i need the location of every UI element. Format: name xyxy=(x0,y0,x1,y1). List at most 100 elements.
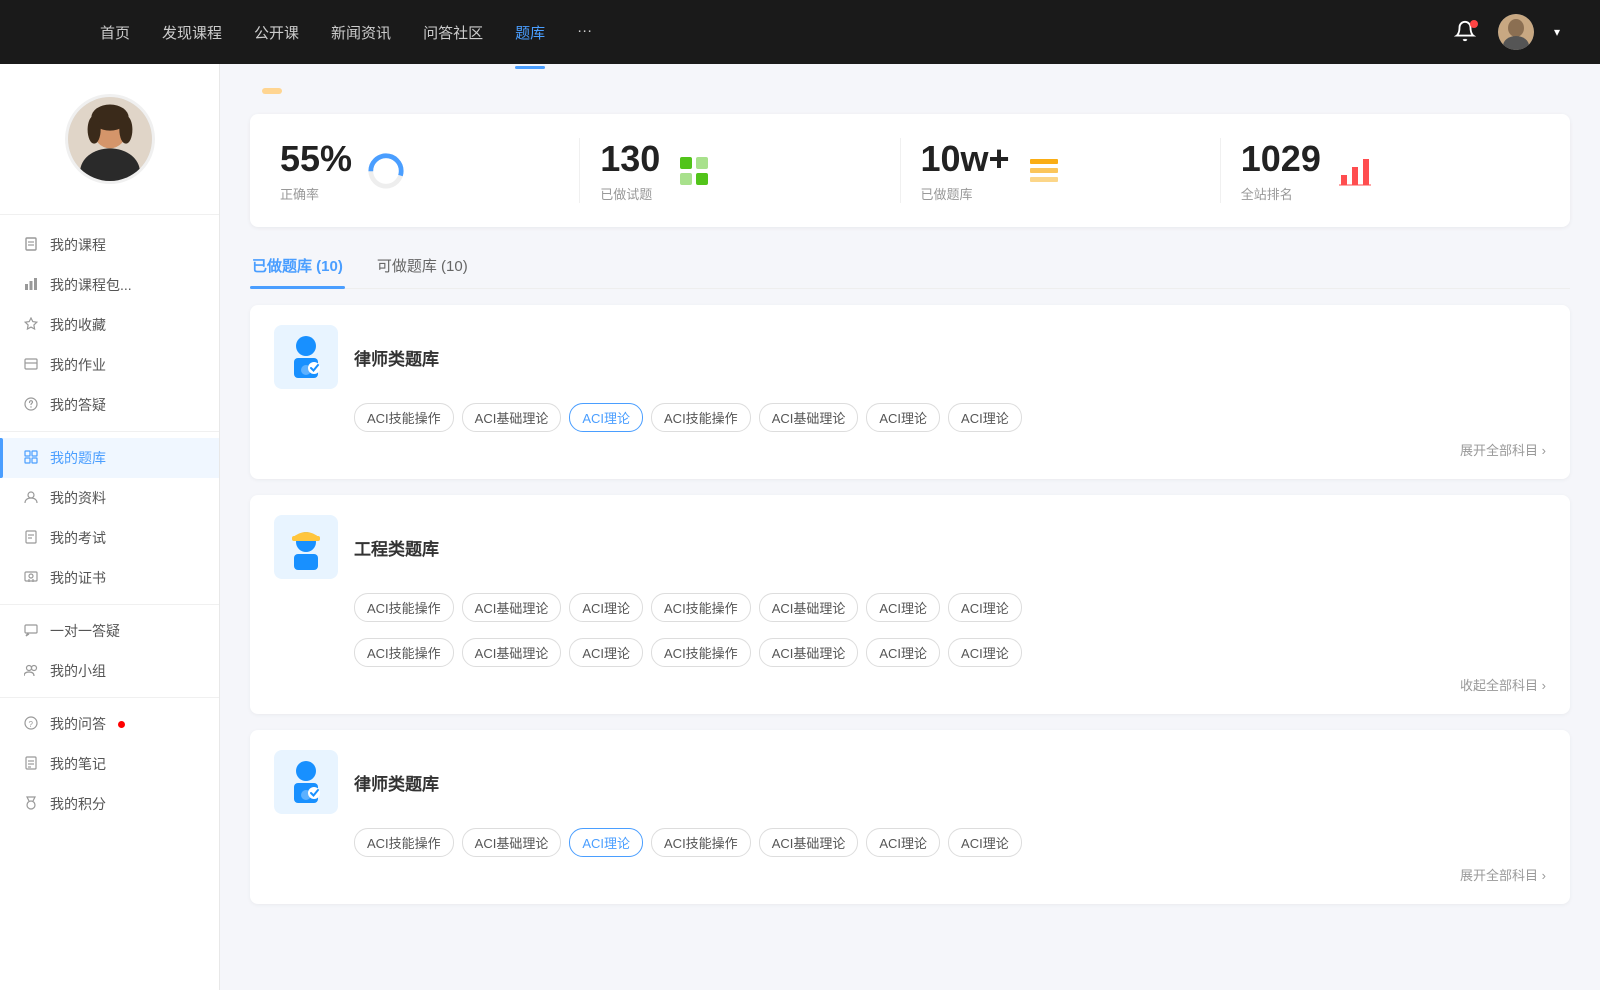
bank-tags-0: ACI技能操作ACI基础理论ACI理论ACI技能操作ACI基础理论ACI理论AC… xyxy=(354,403,1546,432)
tag2-1-6[interactable]: ACI理论 xyxy=(948,638,1022,667)
sidebar-item-11[interactable]: ? 我的问答 xyxy=(0,704,219,744)
qa-icon: ? xyxy=(24,716,40,732)
stat-label-1: 已做试题 xyxy=(600,184,660,203)
stat-icon-2 xyxy=(1024,151,1064,191)
tag-1-3[interactable]: ACI技能操作 xyxy=(651,593,751,622)
tag-1-4[interactable]: ACI基础理论 xyxy=(759,593,859,622)
tag-0-2[interactable]: ACI理论 xyxy=(569,403,643,432)
sidebar-item-9[interactable]: 一对一答疑 xyxy=(0,611,219,651)
bank-card-1: 工程类题库ACI技能操作ACI基础理论ACI理论ACI技能操作ACI基础理论AC… xyxy=(250,495,1570,714)
bank-card-0: 律师类题库ACI技能操作ACI基础理论ACI理论ACI技能操作ACI基础理论AC… xyxy=(250,305,1570,479)
sidebar-item-13[interactable]: 我的积分 xyxy=(0,784,219,824)
nav-item-2[interactable]: 公开课 xyxy=(254,18,299,47)
sidebar-item-4[interactable]: 我的答疑 xyxy=(0,385,219,425)
navbar-right: ▾ xyxy=(1434,14,1560,50)
notification-icon[interactable] xyxy=(1454,20,1478,44)
tag-0-1[interactable]: ACI基础理论 xyxy=(462,403,562,432)
sidebar-item-0[interactable]: 我的课程 xyxy=(0,225,219,265)
tag-1-5[interactable]: ACI理论 xyxy=(866,593,940,622)
nav-item-5[interactable]: 题库 xyxy=(515,18,545,47)
trial-badge xyxy=(262,88,282,94)
stat-icon-0 xyxy=(366,151,406,191)
sidebar-item-label-13: 我的积分 xyxy=(50,794,106,814)
tag-0-4[interactable]: ACI基础理论 xyxy=(759,403,859,432)
tag2-1-1[interactable]: ACI基础理论 xyxy=(462,638,562,667)
tag-2-5[interactable]: ACI理论 xyxy=(866,828,940,857)
nav-item-1[interactable]: 发现课程 xyxy=(162,18,222,47)
sidebar-item-label-8: 我的证书 xyxy=(50,568,106,588)
bank-cards-container: 律师类题库ACI技能操作ACI基础理论ACI理论ACI技能操作ACI基础理论AC… xyxy=(250,305,1570,904)
group-icon xyxy=(24,663,40,679)
tag-1-6[interactable]: ACI理论 xyxy=(948,593,1022,622)
sidebar-item-5[interactable]: 我的题库 xyxy=(0,438,219,478)
tag2-1-2[interactable]: ACI理论 xyxy=(569,638,643,667)
stat-label-2: 已做题库 xyxy=(921,184,1010,203)
grid-icon xyxy=(24,450,40,466)
sidebar-item-label-1: 我的课程包... xyxy=(50,275,132,295)
sidebar-item-10[interactable]: 我的小组 xyxy=(0,651,219,691)
tag-2-4[interactable]: ACI基础理论 xyxy=(759,828,859,857)
tag-1-1[interactable]: ACI基础理论 xyxy=(462,593,562,622)
nav-item-6[interactable]: ··· xyxy=(577,18,592,47)
tag-2-2[interactable]: ACI理论 xyxy=(569,828,643,857)
sidebar-item-label-11: 我的问答 xyxy=(50,714,106,734)
tag-2-6[interactable]: ACI理论 xyxy=(948,828,1022,857)
bank-title-1: 工程类题库 xyxy=(354,535,439,560)
navbar: 首页 发现课程 公开课 新闻资讯 问答社区 题库 ··· ▾ xyxy=(0,0,1600,64)
sidebar-item-label-10: 我的小组 xyxy=(50,661,106,681)
collapse-link-1[interactable]: 收起全部科目 › xyxy=(274,675,1546,694)
sidebar-item-2[interactable]: 我的收藏 xyxy=(0,305,219,345)
sidebar-item-label-4: 我的答疑 xyxy=(50,395,106,415)
tag-0-6[interactable]: ACI理论 xyxy=(948,403,1022,432)
stat-value-1: 130 xyxy=(600,138,660,180)
stat-label-3: 全站排名 xyxy=(1241,184,1321,203)
bank-title-2: 律师类题库 xyxy=(354,770,439,795)
tag-0-3[interactable]: ACI技能操作 xyxy=(651,403,751,432)
stat-label-0: 正确率 xyxy=(280,184,352,203)
nav-item-0[interactable]: 首页 xyxy=(100,18,130,47)
sidebar-item-7[interactable]: 我的考试 xyxy=(0,518,219,558)
file-icon xyxy=(24,237,40,253)
sidebar-item-label-9: 一对一答疑 xyxy=(50,621,120,641)
page-layout: 我的课程我的课程包... 我的收藏我的作业我的答疑我的题库我的资料我的考试我的证书… xyxy=(0,64,1600,990)
stats-card: 55% 正确率 130 已做试题 10w+ 已做题库 1029 全站排名 xyxy=(250,114,1570,227)
sidebar-item-1[interactable]: 我的课程包... xyxy=(0,265,219,305)
bank-title-0: 律师类题库 xyxy=(354,345,439,370)
tag2-1-3[interactable]: ACI技能操作 xyxy=(651,638,751,667)
tag2-1-5[interactable]: ACI理论 xyxy=(866,638,940,667)
sidebar-item-label-0: 我的课程 xyxy=(50,235,106,255)
profile-avatar[interactable] xyxy=(65,94,155,184)
tab-0[interactable]: 已做题库 (10) xyxy=(250,247,345,288)
stat-icon-3 xyxy=(1335,151,1375,191)
tag-2-3[interactable]: ACI技能操作 xyxy=(651,828,751,857)
avatar[interactable] xyxy=(1498,14,1534,50)
bank-tags-1: ACI技能操作ACI基础理论ACI理论ACI技能操作ACI基础理论ACI理论AC… xyxy=(354,593,1546,667)
tag2-1-0[interactable]: ACI技能操作 xyxy=(354,638,454,667)
tab-1[interactable]: 可做题库 (10) xyxy=(375,247,470,288)
sidebar-item-8[interactable]: 我的证书 xyxy=(0,558,219,598)
tag-2-0[interactable]: ACI技能操作 xyxy=(354,828,454,857)
sidebar-item-12[interactable]: 我的笔记 xyxy=(0,744,219,784)
engineer-icon-1 xyxy=(274,515,338,579)
sidebar-item-3[interactable]: 我的作业 xyxy=(0,345,219,385)
nav-item-4[interactable]: 问答社区 xyxy=(423,18,483,47)
stat-item-2: 10w+ 已做题库 xyxy=(901,138,1221,203)
avatar-dropdown-chevron[interactable]: ▾ xyxy=(1554,25,1560,39)
tag-2-1[interactable]: ACI基础理论 xyxy=(462,828,562,857)
sidebar-item-6[interactable]: 我的资料 xyxy=(0,478,219,518)
tag-0-0[interactable]: ACI技能操作 xyxy=(354,403,454,432)
chart-icon xyxy=(24,277,40,293)
expand-link-0[interactable]: 展开全部科目 › xyxy=(274,440,1546,459)
bank-header-0: 律师类题库 xyxy=(274,325,1546,389)
tag-1-2[interactable]: ACI理论 xyxy=(569,593,643,622)
tag2-1-4[interactable]: ACI基础理论 xyxy=(759,638,859,667)
bank-header-2: 律师类题库 xyxy=(274,750,1546,814)
bank-card-2: 律师类题库ACI技能操作ACI基础理论ACI理论ACI技能操作ACI基础理论AC… xyxy=(250,730,1570,904)
tag-0-5[interactable]: ACI理论 xyxy=(866,403,940,432)
stat-value-2: 10w+ xyxy=(921,138,1010,180)
nav-item-3[interactable]: 新闻资讯 xyxy=(331,18,391,47)
expand-link-2[interactable]: 展开全部科目 › xyxy=(274,865,1546,884)
tag-1-0[interactable]: ACI技能操作 xyxy=(354,593,454,622)
sidebar-item-label-6: 我的资料 xyxy=(50,488,106,508)
sidebar-item-label-5: 我的题库 xyxy=(50,448,106,468)
